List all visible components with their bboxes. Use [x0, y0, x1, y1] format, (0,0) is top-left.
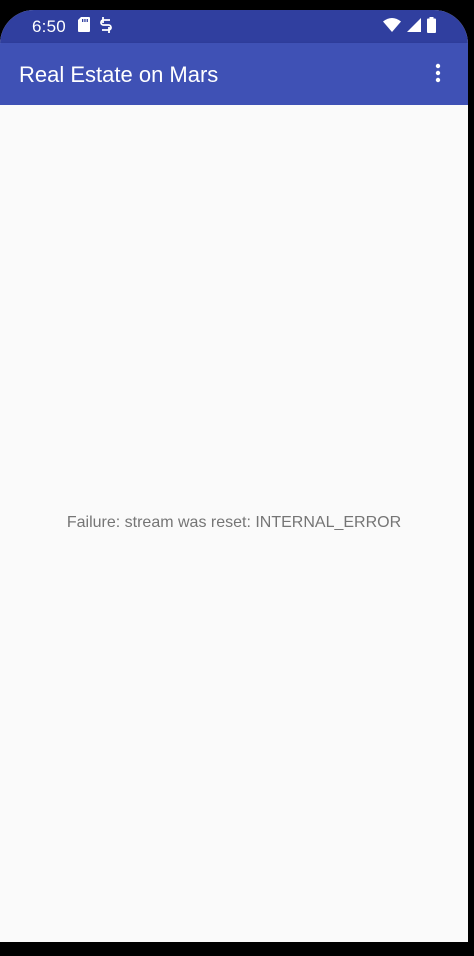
main-content: Failure: stream was reset: INTERNAL_ERRO…: [0, 105, 468, 942]
sync-icon: [100, 16, 112, 38]
error-message: Failure: stream was reset: INTERNAL_ERRO…: [66, 514, 402, 531]
device-frame: 6:50 Real Estate on Mars Failure: stream…: [0, 0, 474, 956]
phone-screen: 6:50 Real Estate on Mars Failure: stream…: [0, 10, 468, 942]
status-bar: 6:50: [0, 10, 468, 43]
wifi-icon: [383, 17, 401, 37]
status-notification-icons: [78, 16, 112, 38]
sd-card-icon: [78, 17, 90, 37]
more-vert-icon[interactable]: [435, 63, 441, 88]
status-system-icons: [383, 16, 436, 38]
app-title: Real Estate on Mars: [19, 62, 219, 87]
bottom-bezel: [0, 942, 474, 956]
overflow-menu-button[interactable]: [420, 55, 456, 95]
app-bar: Real Estate on Mars: [0, 43, 468, 105]
cellular-signal-icon: [407, 17, 421, 37]
battery-icon: [427, 16, 436, 38]
status-time: 6:50: [32, 17, 66, 36]
